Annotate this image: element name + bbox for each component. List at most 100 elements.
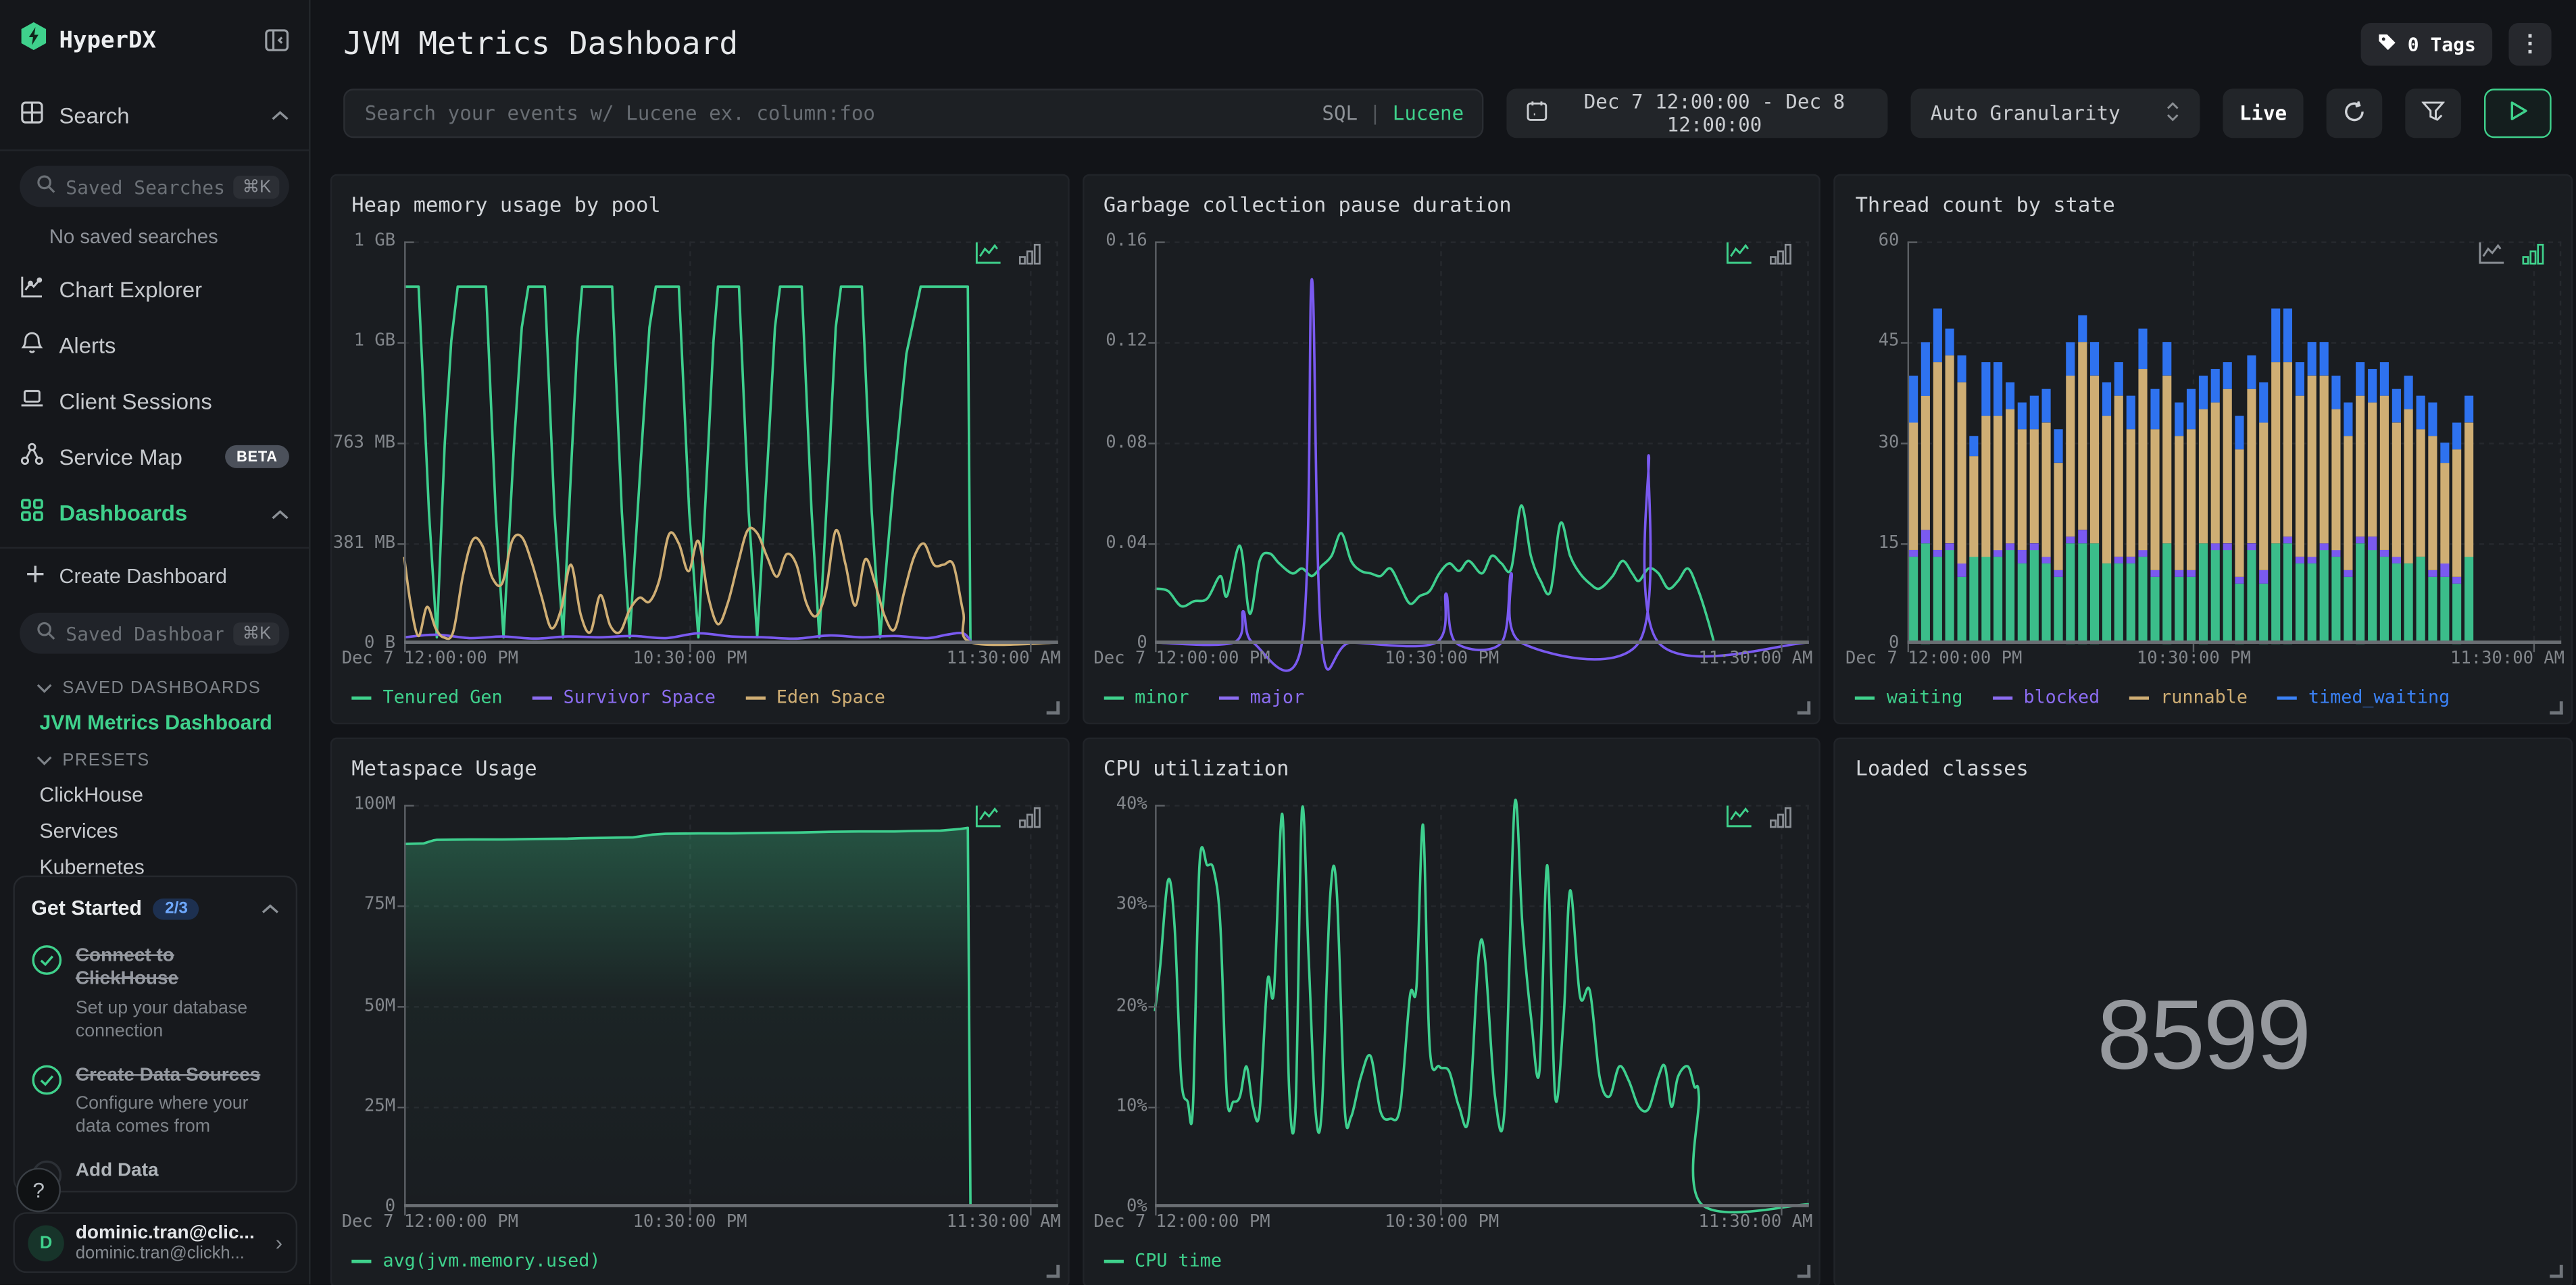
tree-section-presets[interactable]: PRESETS (0, 740, 309, 776)
lang-lucene[interactable]: Lucene (1393, 102, 1464, 125)
step-desc: Start sending logs, metrics, or traces (76, 1189, 245, 1191)
search-input[interactable] (343, 89, 1484, 138)
tree-item-clickhouse[interactable]: ClickHouse (0, 777, 309, 813)
line-chart-icon[interactable] (2477, 241, 2505, 274)
get-started-step-text: Connect to ClickHouse Set up your databas… (76, 944, 279, 1043)
filter-button[interactable] (2405, 89, 2461, 138)
x-tick-label: 10:30:00 PM (2136, 649, 2251, 669)
resize-handle[interactable] (2550, 1265, 2563, 1278)
chart-canvas[interactable] (1900, 241, 2562, 653)
lang-sql[interactable]: SQL (1322, 102, 1358, 125)
legend-label: avg(jvm.memory.used) (382, 1250, 601, 1271)
chart-title: Thread count by state (1855, 192, 2115, 217)
chart-canvas[interactable] (397, 805, 1058, 1217)
y-axis: 40% 30% 20% 10% 0% (1084, 795, 1156, 1215)
legend-item-tenured-gen[interactable]: Tenured Gen (351, 686, 503, 708)
help-button[interactable]: ? (16, 1167, 61, 1213)
granularity-select[interactable]: Auto Granularity (1910, 89, 2200, 138)
refresh-button[interactable] (2326, 89, 2383, 138)
line-chart-icon[interactable] (974, 805, 1001, 838)
legend-item-minor[interactable]: minor (1103, 686, 1189, 708)
user-email: dominic.tran@clickh... (75, 1242, 245, 1263)
line-chart-icon[interactable] (1726, 805, 1754, 838)
filter-icon (2421, 99, 2446, 127)
bar-chart-icon[interactable] (1770, 805, 1793, 838)
legend-item-cpu-time[interactable]: CPU time (1103, 1250, 1222, 1271)
user-card[interactable]: D dominic.tran@clic... dominic.tran@clic… (13, 1212, 298, 1274)
bar-chart-icon[interactable] (1018, 241, 1041, 274)
chevron-down-icon (36, 751, 52, 770)
chart-canvas[interactable] (1149, 241, 1810, 672)
sidebar-item-search[interactable]: Search (0, 87, 309, 143)
resize-handle[interactable] (1045, 1265, 1060, 1278)
legend-item-eden-space[interactable]: Eden Space (745, 686, 885, 708)
no-saved-searches: No saved searches (49, 225, 218, 249)
chart-legend: CPU time (1103, 1250, 1222, 1271)
chart-canvas[interactable] (397, 241, 1058, 653)
legend-item-runnable[interactable]: runnable (2129, 686, 2248, 708)
y-axis: 0.16 0.12 0.08 0.04 0 (1084, 232, 1156, 652)
get-started-step-2[interactable]: Create Data Sources Configure where your … (31, 1064, 279, 1139)
x-axis: Dec 7 12:00:00 PM 10:30:00 PM 11:30:00 AM (1846, 649, 2565, 672)
resize-handle[interactable] (1798, 701, 1811, 715)
get-started-step-1[interactable]: Connect to ClickHouse Set up your databas… (31, 944, 279, 1043)
chevron-up-icon[interactable] (262, 894, 280, 924)
y-tick-label: 75M (364, 895, 396, 915)
chart-panel-garbage-collection-pause-duration: Garbage collection pause duration 0.16 0.1… (1082, 174, 1821, 725)
saved-searches-input[interactable] (66, 174, 224, 198)
date-range-picker[interactable]: Dec 7 12:00:00 - Dec 8 12:00:00 (1506, 89, 1888, 138)
get-started-step-3[interactable]: Add Data Start sending logs, metrics, or … (31, 1160, 279, 1191)
legend-label: CPU time (1135, 1250, 1222, 1271)
y-tick-label: 45 (1878, 331, 1900, 351)
resize-handle[interactable] (1045, 701, 1060, 715)
tree-item-services[interactable]: Services (0, 813, 309, 849)
chart-legend: minor major (1103, 686, 1304, 708)
y-tick-label: 50M (364, 995, 396, 1015)
query-language-toggle[interactable]: SQL | Lucene (1322, 89, 1464, 138)
bar-chart-icon[interactable] (1018, 805, 1041, 838)
legend-item-timed-waiting[interactable]: timed_waiting (2277, 686, 2450, 708)
sidebar-item-dashboards[interactable]: Dashboards (0, 484, 309, 540)
x-axis: Dec 7 12:00:00 PM 10:30:00 PM 11:30:00 AM (1093, 1212, 1812, 1235)
legend-item-blocked[interactable]: blocked (1992, 686, 2100, 708)
x-tick-label: Dec 7 12:00:00 PM (1093, 1212, 1270, 1232)
tree-section-saved-dashboards[interactable]: SAVED DASHBOARDS (0, 668, 309, 704)
run-query-button[interactable] (2483, 89, 2552, 138)
divider (0, 149, 309, 151)
resize-handle[interactable] (2550, 701, 2563, 715)
chart-canvas[interactable] (1149, 799, 1810, 1217)
tags-button[interactable]: 0 Tags (2361, 23, 2493, 66)
saved-dashboards-input[interactable] (66, 622, 224, 645)
legend-item-waiting[interactable]: waiting (1855, 686, 1963, 708)
chevron-up-icon (272, 110, 289, 120)
sidebar-item-chart-explorer[interactable]: Chart Explorer (0, 261, 309, 318)
kebab-menu-button[interactable]: ⋮ (2508, 23, 2552, 66)
bar-chart-icon[interactable] (2522, 241, 2545, 274)
step-title: Add Data (75, 1161, 159, 1182)
live-button[interactable]: Live (2223, 89, 2304, 138)
x-tick-label: 10:30:00 PM (1385, 1212, 1500, 1232)
x-tick-label: 11:30:00 AM (1698, 649, 1813, 669)
chart-legend: waiting blocked runnable timed_waiting (1855, 686, 2450, 708)
y-tick-label: 40% (1116, 794, 1147, 814)
bar-chart-icon[interactable] (1770, 241, 1793, 274)
sidebar-item-service-map[interactable]: Service Map BETA (0, 429, 309, 485)
y-tick-label: 381 MB (332, 532, 396, 553)
line-chart-icon[interactable] (974, 241, 1001, 274)
line-chart-icon[interactable] (1726, 241, 1754, 274)
y-tick-label: 0.08 (1106, 432, 1147, 452)
panel-collapse-icon[interactable] (264, 28, 289, 52)
sidebar-item-alerts[interactable]: Alerts (0, 317, 309, 373)
resize-handle[interactable] (1798, 1265, 1811, 1278)
get-started-step-text: Add Data Start sending logs, metrics, or … (75, 1160, 245, 1191)
y-axis: 60 45 30 15 0 (1835, 232, 1907, 652)
chart-panel-loaded-classes: Loaded classes 8599 (1834, 737, 2573, 1285)
tree-item-jvm-metrics-dashboard[interactable]: JVM Metrics Dashboard (0, 705, 309, 740)
chart-title: Metaspace Usage (351, 755, 537, 780)
x-tick-label: 11:30:00 AM (946, 649, 1061, 669)
sidebar-item-client-sessions[interactable]: Client Sessions (0, 373, 309, 429)
create-dashboard-button[interactable]: Create Dashboard (0, 555, 309, 598)
legend-item-survivor-space[interactable]: Survivor Space (532, 686, 716, 708)
legend-item-avg-jvm-memory-used-[interactable]: avg(jvm.memory.used) (351, 1250, 600, 1271)
legend-item-major[interactable]: major (1218, 686, 1304, 708)
